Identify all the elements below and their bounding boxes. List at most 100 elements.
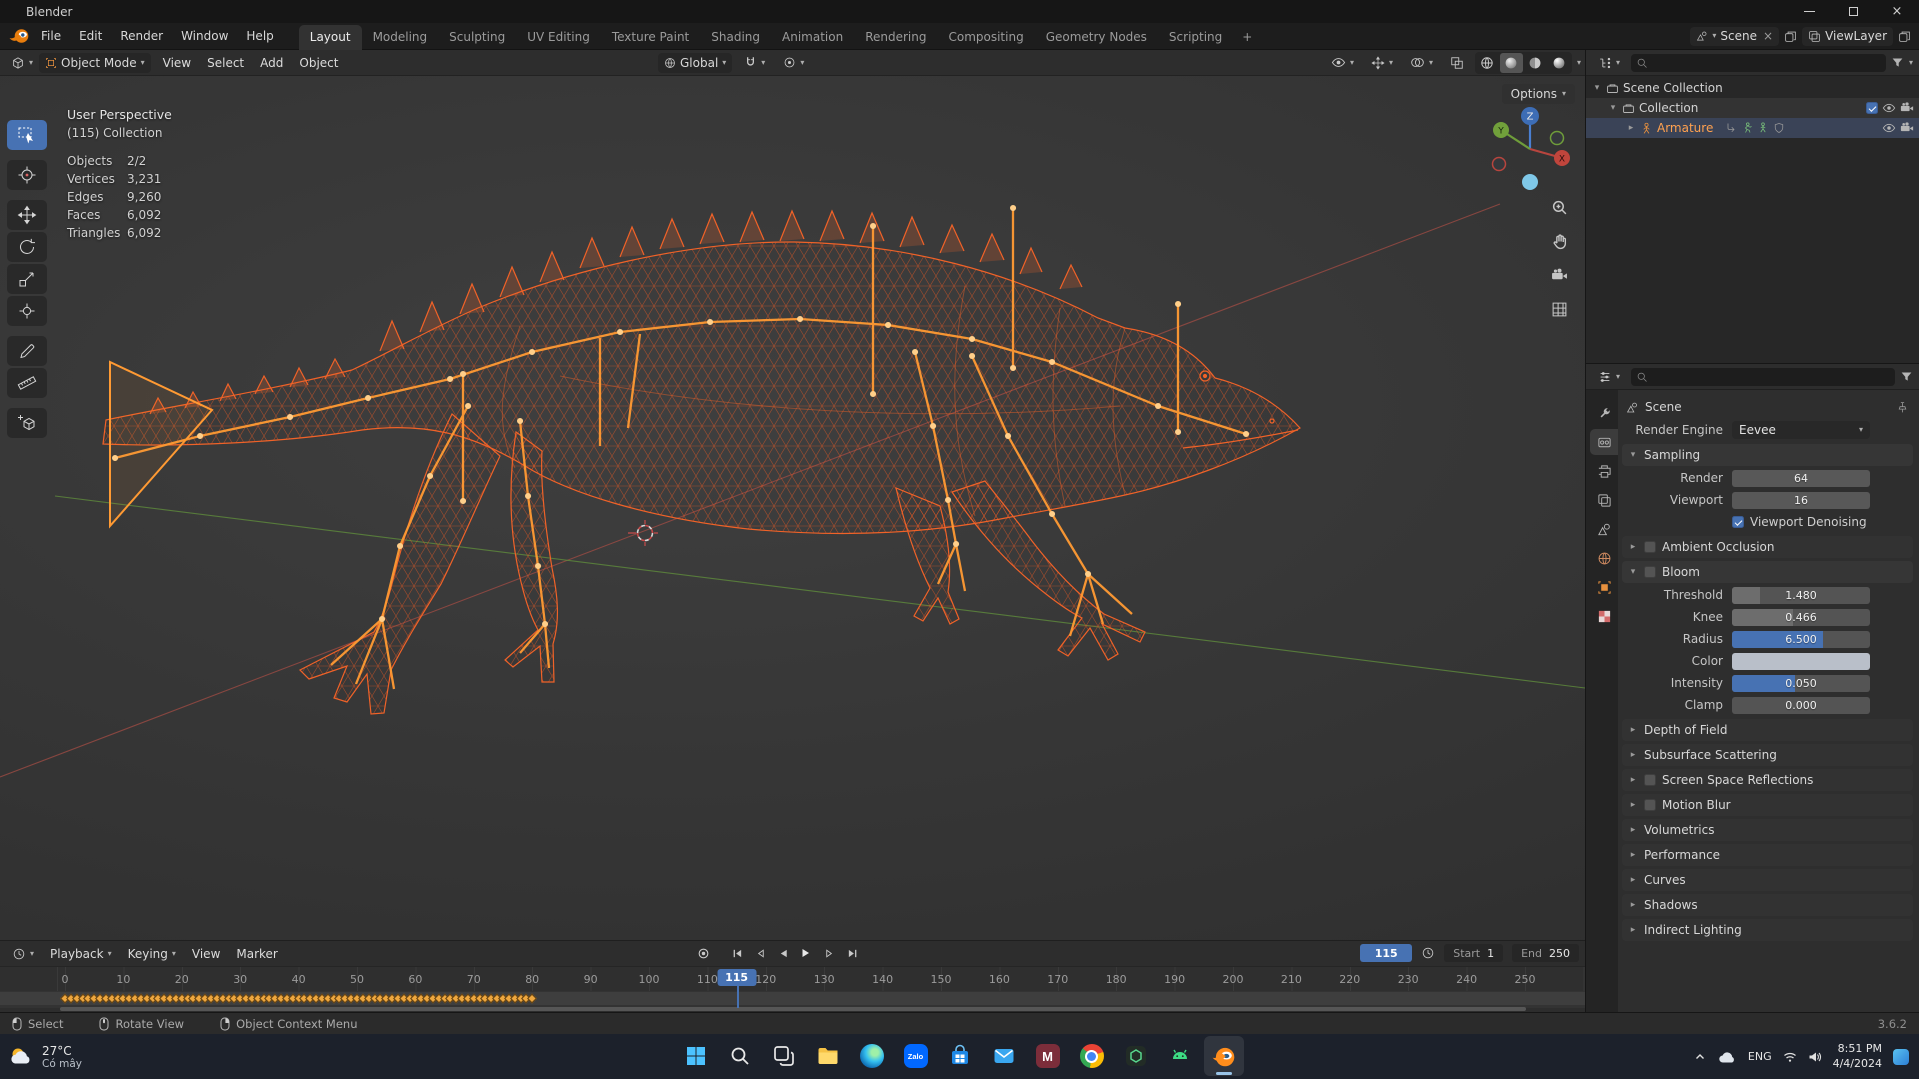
taskbar-mail[interactable] <box>984 1036 1024 1076</box>
bloom-intensity-slider[interactable]: 0.050 <box>1732 674 1870 692</box>
clock-widget[interactable]: 8:51 PM 4/4/2024 <box>1833 1042 1882 1072</box>
xray-toggle[interactable] <box>1444 54 1470 72</box>
tool-move[interactable] <box>7 200 47 230</box>
tool-select-box[interactable] <box>7 120 47 150</box>
new-scene-icon[interactable] <box>1784 30 1797 43</box>
taskbar-m-app[interactable]: M <box>1028 1036 1068 1076</box>
current-frame-chip[interactable]: 115 <box>717 969 757 986</box>
workspace-tab-compositing[interactable]: Compositing <box>937 25 1034 50</box>
viewport-canvas[interactable]: User Perspective (115) Collection Object… <box>0 76 1585 940</box>
properties-tab-render[interactable] <box>1590 429 1618 455</box>
tool-transform[interactable] <box>7 296 47 326</box>
wifi-icon[interactable] <box>1783 1051 1797 1063</box>
mode-dropdown[interactable]: Object Mode ▾ <box>39 52 151 73</box>
bloom-color-swatch[interactable] <box>1732 652 1870 670</box>
outliner-row-collection[interactable]: ▾ Collection <box>1586 98 1919 118</box>
tray-chevron-up-icon[interactable] <box>1694 1051 1706 1063</box>
properties-tab-view-layer[interactable] <box>1590 487 1618 513</box>
tool-annotate[interactable] <box>7 336 47 366</box>
viewport-menu-view[interactable]: View <box>155 53 199 73</box>
render-engine-dropdown[interactable]: Eevee ▾ <box>1732 421 1870 439</box>
keyframe-strip[interactable] <box>0 991 1585 1008</box>
pose-person-icon[interactable] <box>1741 122 1753 134</box>
tool-measure[interactable] <box>7 368 47 398</box>
workspace-tab-animation[interactable]: Animation <box>771 25 854 50</box>
workspace-add-button[interactable]: + <box>1233 25 1261 50</box>
filter-funnel-icon[interactable] <box>1900 370 1913 383</box>
bloom-clamp-slider[interactable]: 0.000 <box>1732 696 1870 714</box>
workspace-tab-geometry-nodes[interactable]: Geometry Nodes <box>1035 25 1158 50</box>
lizard-mesh[interactable] <box>102 209 1301 715</box>
properties-tab-scene[interactable] <box>1590 516 1618 542</box>
menu-render[interactable]: Render <box>111 23 172 49</box>
current-frame-field[interactable]: 115 <box>1360 944 1413 962</box>
workspace-tab-modeling[interactable]: Modeling <box>362 25 439 50</box>
speaker-icon[interactable] <box>1808 1051 1822 1063</box>
play-reverse-button[interactable] <box>773 944 793 962</box>
section-performance[interactable]: ▸ Performance <box>1622 844 1913 866</box>
workspace-tab-rendering[interactable]: Rendering <box>854 25 937 50</box>
section-curves[interactable]: ▸ Curves <box>1622 869 1913 891</box>
scene-browse-icon[interactable] <box>1696 30 1708 42</box>
orientation-dropdown[interactable]: Global ▾ <box>658 52 733 73</box>
taskbar-green-app[interactable] <box>1116 1036 1156 1076</box>
taskbar-search[interactable] <box>720 1036 760 1076</box>
shading-rendered-button[interactable] <box>1548 53 1571 73</box>
viewport-menu-select[interactable]: Select <box>199 53 252 73</box>
camera-view-icon[interactable] <box>1546 262 1572 288</box>
workspace-tab-uv-editing[interactable]: UV Editing <box>516 25 601 50</box>
taskbar-zalo[interactable]: Zalo <box>896 1036 936 1076</box>
workspace-tab-shading[interactable]: Shading <box>700 25 771 50</box>
bloom-knee-slider[interactable]: 0.466 <box>1732 608 1870 626</box>
taskbar-blender[interactable] <box>1203 1036 1244 1076</box>
workspace-tab-layout[interactable]: Layout <box>298 24 362 50</box>
screen-space-reflections-checkbox[interactable] <box>1644 774 1656 786</box>
properties-tab-texture[interactable] <box>1590 603 1618 629</box>
section-motion-blur[interactable]: ▸ Motion Blur <box>1622 794 1913 816</box>
preview-range-clock-icon[interactable] <box>1421 946 1435 960</box>
gizmos-dropdown[interactable]: ▾ <box>1365 54 1399 72</box>
motion-blur-checkbox[interactable] <box>1644 799 1656 811</box>
sampling-viewport-field[interactable]: 16 <box>1732 491 1870 509</box>
workspace-tab-sculpting[interactable]: Sculpting <box>438 25 516 50</box>
weather-widget[interactable]: 27°C Có mây <box>8 1034 82 1079</box>
menu-window[interactable]: Window <box>172 23 237 49</box>
play-button[interactable] <box>796 944 816 962</box>
disable-render-camera-icon[interactable] <box>1900 121 1914 135</box>
maximize-button[interactable] <box>1831 0 1875 23</box>
navigation-gizmo[interactable]: Z Y X <box>1485 102 1575 199</box>
menu-help[interactable]: Help <box>237 23 282 49</box>
bloom-threshold-slider[interactable]: 1.480 <box>1732 586 1870 604</box>
ambient-occlusion-checkbox[interactable] <box>1644 541 1656 553</box>
editor-type-outliner-icon[interactable]: ▾ <box>1592 54 1626 72</box>
editor-type-3d-viewport-icon[interactable]: ▾ <box>5 54 39 72</box>
shading-material-button[interactable] <box>1524 53 1547 73</box>
section-volumetrics[interactable]: ▸ Volumetrics <box>1622 819 1913 841</box>
new-viewlayer-icon[interactable] <box>1898 30 1911 43</box>
unlink-scene-icon[interactable]: × <box>1763 29 1773 43</box>
hide-eye-icon[interactable] <box>1882 101 1896 115</box>
tool-cursor-3d[interactable] <box>7 160 47 190</box>
taskbar-edge[interactable] <box>852 1036 892 1076</box>
filter-funnel-icon[interactable] <box>1891 56 1904 69</box>
taskbar-android[interactable] <box>1160 1036 1200 1076</box>
timeline-menu-marker[interactable]: Marker <box>228 944 285 964</box>
workspace-tab-scripting[interactable]: Scripting <box>1158 25 1233 50</box>
disable-render-camera-icon[interactable] <box>1900 101 1914 115</box>
properties-tab-object[interactable] <box>1590 574 1618 600</box>
taskbar-store[interactable] <box>940 1036 980 1076</box>
section-screen-space-reflections[interactable]: ▸ Screen Space Reflections <box>1622 769 1913 791</box>
outliner-row-scene-collection[interactable]: ▾ Scene Collection <box>1586 78 1919 98</box>
animation-person-icon[interactable] <box>1757 122 1769 134</box>
tool-rotate[interactable] <box>7 232 47 262</box>
section-sampling[interactable]: ▾ Sampling <box>1622 444 1913 466</box>
timeline-menu-keying[interactable]: Keying ▾ <box>120 944 184 964</box>
jump-to-end-button[interactable] <box>842 944 862 962</box>
notification-icon[interactable] <box>1893 1048 1909 1065</box>
wireframe-lizard-model[interactable] <box>0 76 1585 940</box>
jump-to-start-button[interactable] <box>727 944 747 962</box>
timeline-ruler[interactable]: 115 0 10 20 30 40 50 60 70 80 90 100 110 120 130 140 15… <box>0 966 1585 991</box>
editor-type-timeline-icon[interactable]: ▾ <box>6 945 40 963</box>
proportional-edit-toggle[interactable]: ▾ <box>777 54 810 71</box>
end-frame-field[interactable]: End 250 <box>1512 944 1579 962</box>
